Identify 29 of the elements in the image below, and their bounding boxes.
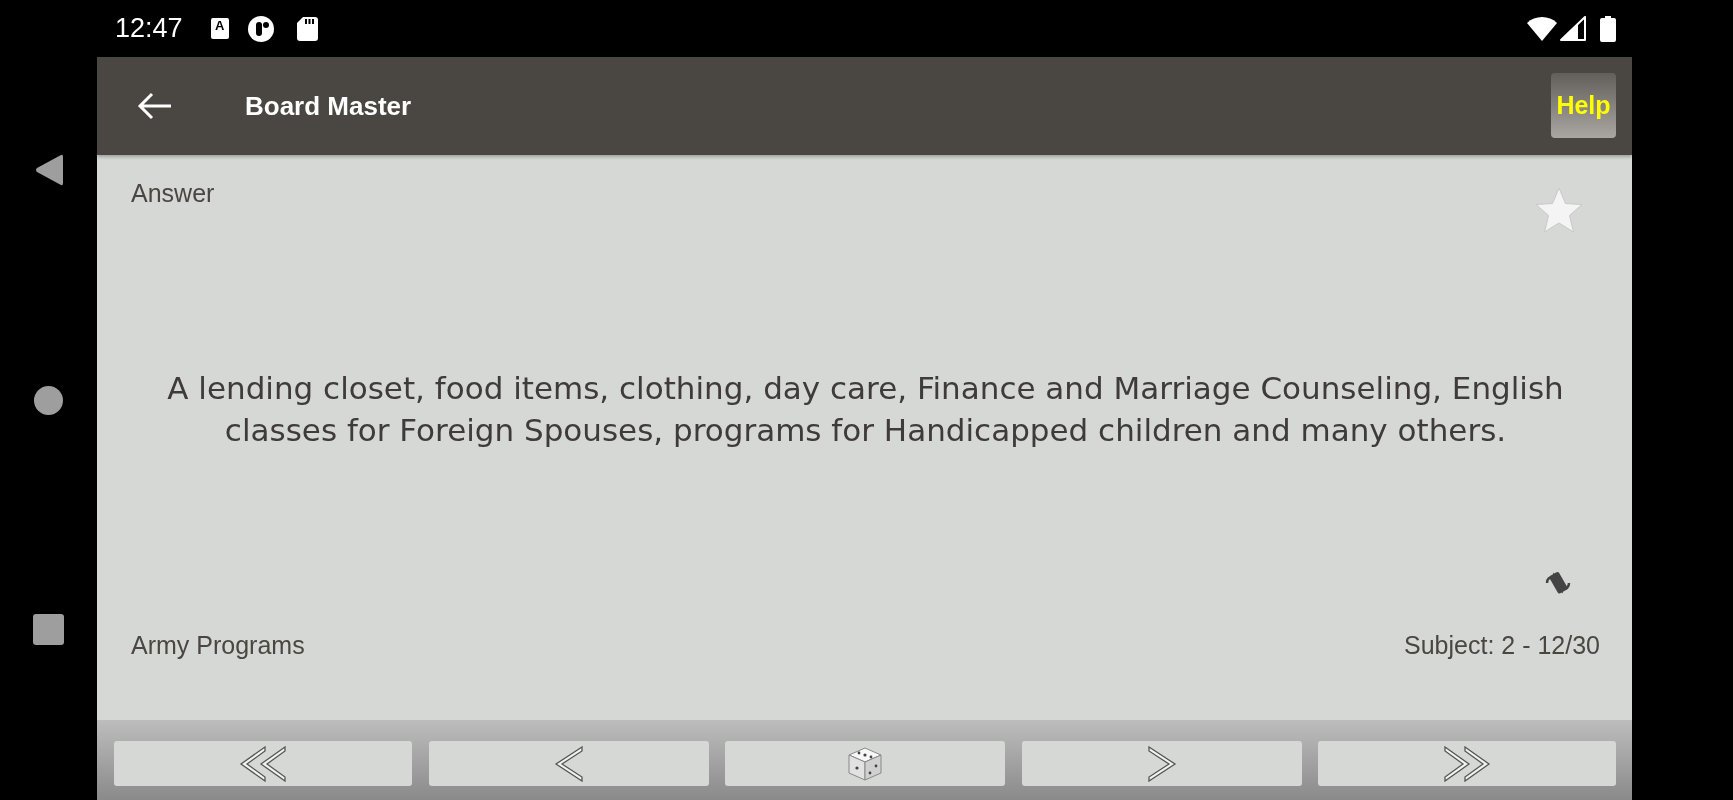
back-arrow-icon[interactable] [137, 92, 173, 120]
wifi-icon [1527, 16, 1557, 41]
double-right-chevron-icon [1443, 745, 1491, 782]
battery-icon [1600, 15, 1616, 42]
previous-button[interactable] [428, 741, 709, 786]
category-text: Army Programs [131, 631, 305, 659]
double-left-chevron-icon [239, 745, 287, 782]
status-time: 12:47 [115, 13, 183, 44]
sd-card-icon [296, 16, 318, 41]
left-chevron-icon [553, 745, 584, 782]
star-icon[interactable] [1535, 187, 1583, 233]
home-nav-icon[interactable] [34, 386, 63, 415]
position-text: Subject: 2 - 12/30 [1404, 631, 1600, 659]
help-button[interactable]: Help [1551, 73, 1616, 138]
rotate-screen-icon[interactable] [1545, 570, 1571, 596]
app-title: Board Master [245, 90, 412, 122]
card-label: Answer [131, 179, 215, 207]
answer-text: A lending closet, food items, clothing, day care, Finance and Marriage Counseling, English classes for Foreign Spouses, programs for Handicapped children and many others. [166, 369, 1565, 450]
signal-icon [1560, 16, 1586, 41]
random-button[interactable] [725, 741, 1005, 786]
recents-nav-icon[interactable] [33, 614, 64, 645]
notification-icon: A [210, 18, 229, 39]
right-chevron-icon [1146, 745, 1177, 782]
back-nav-icon[interactable] [33, 153, 64, 187]
circle-notification-icon [247, 15, 276, 42]
last-button[interactable] [1318, 741, 1616, 786]
next-button[interactable] [1021, 741, 1302, 786]
dice-icon [847, 745, 883, 782]
first-button[interactable] [114, 741, 412, 786]
